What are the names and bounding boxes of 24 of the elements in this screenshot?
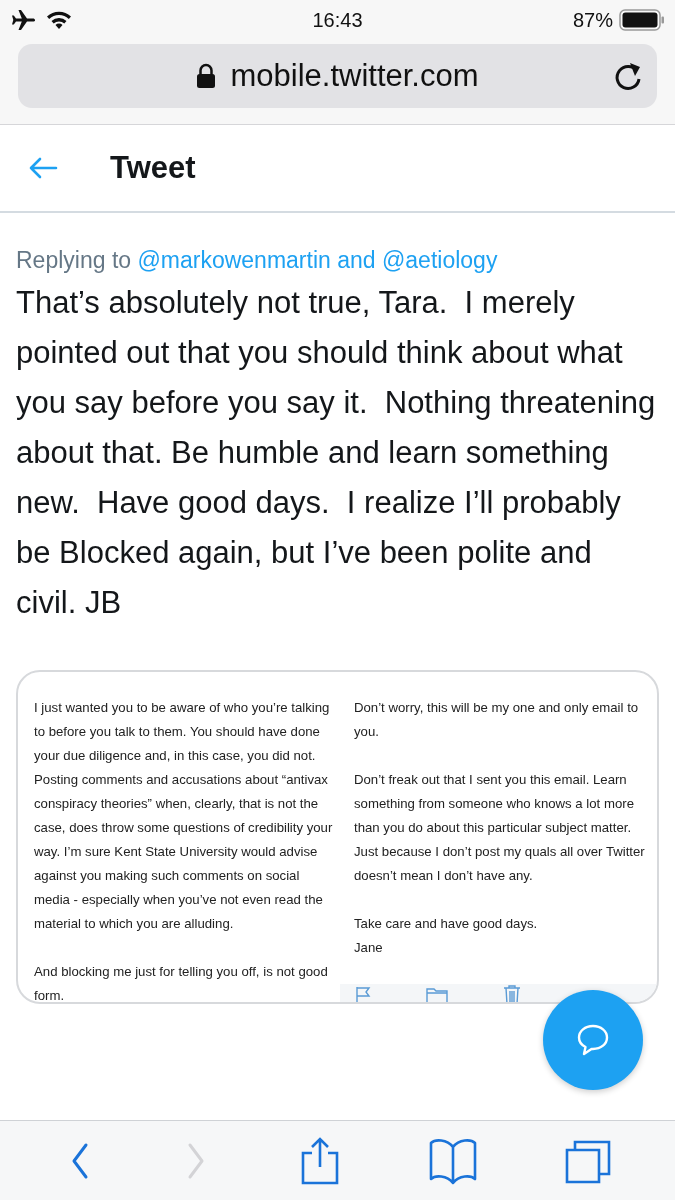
replying-label: Replying to [16,247,132,273]
email-paragraph: Don’t worry, this will be my one and only email to you. [354,698,640,741]
trash-icon [502,983,522,1002]
email-paragraph: I just wanted you to be aware of who you’re talking to before you talk to them. You should have done your due diligence and, in this case, you did not. Posting comments and accusations about “antivax conspiracy theories” when, clearly, that is not the case, does throw some questions of credibility your way. I’m sure Kent State University would advise against you making such comments on social media - especially when you’ve not even read the material to which you are alluding. [34,698,334,933]
url-text: mobile.twitter.com [230,56,479,95]
email-paragraph: Take care and have good days. Jane [354,914,539,957]
speech-bubble-icon [576,1023,610,1057]
clock-time: 16:43 [312,8,363,33]
address-bar[interactable]: mobile.twitter.com [18,44,657,108]
mention-link[interactable]: @markowenmartin [137,247,331,273]
battery-icon [619,9,665,31]
book-icon[interactable] [428,1136,477,1185]
compose-reply-button[interactable] [543,990,643,1090]
battery-percentage: 87% [572,8,613,33]
tweet-text: That’s absolutely not true, Tara. I merely pointed out that you should think about what you say before you say it. Nothing threatening about that. Be humble and learn something new. Have good days. I realize I’ll probably be Blocked again, but I’ve been polite and civil. JB [16,283,657,622]
flag-icon [354,984,372,1002]
mention-link[interactable]: @aetiology [381,247,498,273]
email-paragraph: And blocking me just for telling you off, is not good form. [34,962,329,1002]
page-title: Tweet [110,148,196,187]
back-arrow-icon[interactable] [28,157,58,179]
mention-joiner: and [337,247,376,273]
email-paragraph: Don’t freak out that I sent you this email. Learn something from someone who knows a lot more than you do about this particular subject matter. Just because I don’t post my quals all over Twitter doesn’t mean I don’t have any. [354,770,645,885]
reload-icon[interactable] [613,60,643,92]
share-icon[interactable] [300,1136,341,1185]
